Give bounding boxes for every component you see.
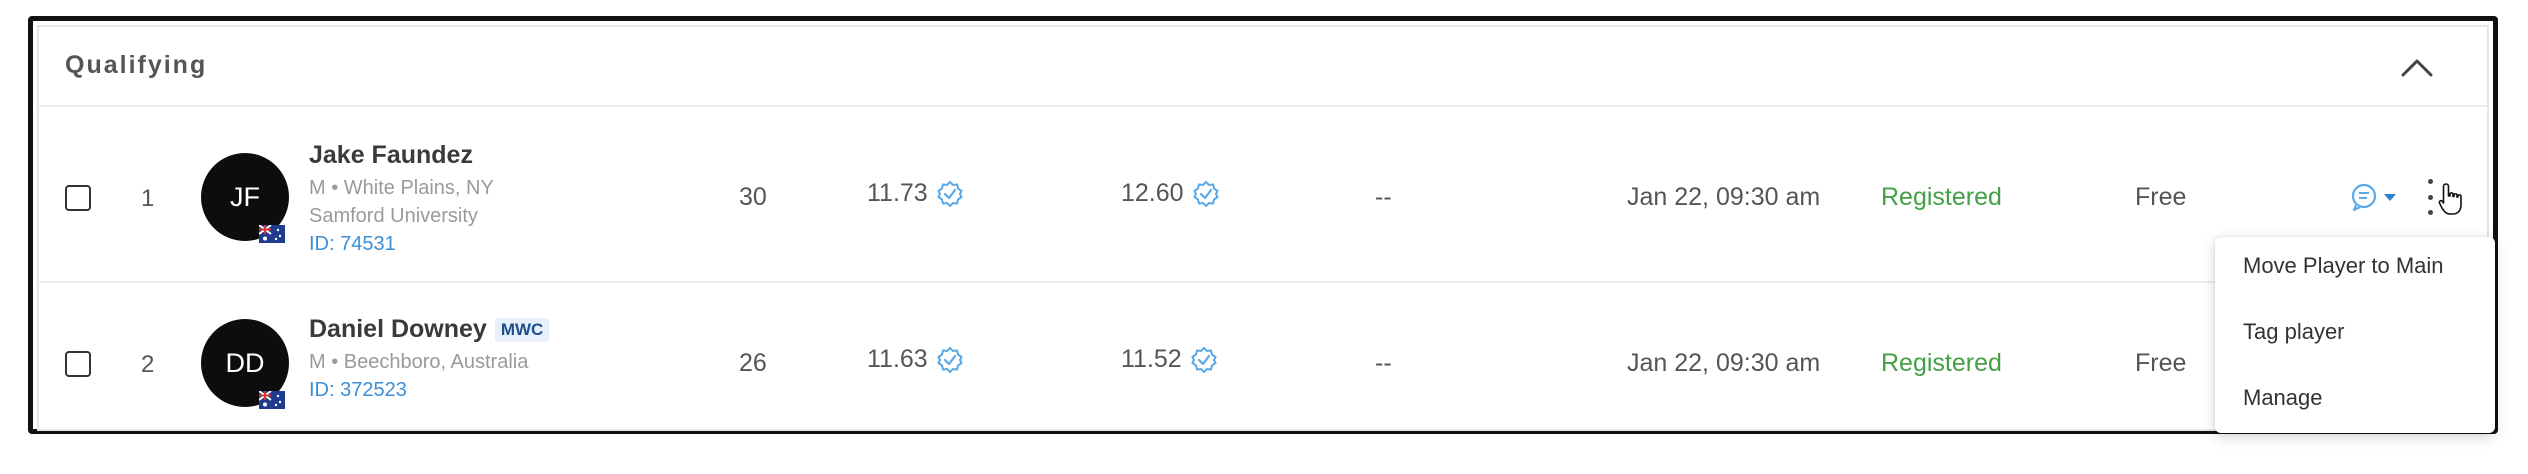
screenshot-frame: Qualifying 1 JF Jake Faundez M • White P… [28,16,2498,434]
row-checkbox[interactable] [65,185,91,211]
rating-2-value: 12.60 [1121,179,1184,207]
qualifying-panel: Qualifying 1 JF Jake Faundez M • White P… [37,25,2495,433]
check-in-datetime: Jan 22, 09:30 am [1627,349,1821,377]
status-badge: Registered [1881,349,2002,377]
player-name: Jake Faundez [309,141,473,169]
extra-value: -- [1375,349,1392,377]
verified-badge-icon [936,346,963,373]
verified-badge-icon [936,180,963,207]
section-title: Qualifying [65,51,208,79]
rating-1: 11.73 [867,179,964,208]
australia-flag-icon [259,391,285,409]
row-checkbox[interactable] [65,351,91,377]
menu-item-move-to-main[interactable]: Move Player to Main [2243,253,2444,279]
player-name: Daniel Downey [309,315,487,343]
rating-2: 12.60 [1121,179,1220,208]
player-school: Samford University [309,205,478,227]
rating-1-value: 11.73 [867,179,928,207]
section-header: Qualifying [39,27,2487,107]
player-row[interactable]: 2 DD Daniel Downey MWC M • Beechboro, Aus… [39,285,2487,427]
player-id-link[interactable]: ID: 372523 [309,379,407,402]
age: 26 [739,349,767,377]
verified-badge-icon [1192,180,1219,207]
player-meta: M • White Plains, NY [309,177,494,199]
player-id-link[interactable]: ID: 74531 [309,233,396,256]
player-row[interactable]: 1 JF Jake Faundez M • White Plains, NY S… [39,113,2487,283]
rating-1: 11.63 [867,345,964,374]
check-in-datetime: Jan 22, 09:30 am [1627,183,1821,211]
row-actions-menu: Move Player to Main Tag player Manage [2215,237,2495,433]
message-icon [2351,183,2377,212]
australia-flag-icon [259,225,285,243]
caret-down-icon [2384,194,2396,201]
row-actions [2349,179,2437,215]
extra-value: -- [1375,183,1392,211]
menu-item-manage[interactable]: Manage [2243,385,2323,411]
player-name-wrap: Daniel Downey MWC [309,315,550,344]
avatar-initials: JF [230,181,260,212]
rank: 2 [141,351,155,378]
avatar-initials: DD [225,347,265,378]
pointer-cursor-icon [2438,183,2462,215]
verified-badge-icon [1190,346,1217,373]
status-badge: Registered [1881,183,2002,211]
rating-2: 11.52 [1121,345,1218,374]
team-badge: MWC [494,318,550,342]
collapse-button[interactable] [2397,49,2437,85]
rank: 1 [141,185,155,212]
age: 30 [739,183,767,211]
rating-1-value: 11.63 [867,345,928,373]
player-meta: M • Beechboro, Australia [309,351,529,373]
fee: Free [2135,349,2187,377]
rating-2-value: 11.52 [1121,345,1182,373]
fee: Free [2135,183,2187,211]
chevron-up-icon [2401,59,2433,77]
more-vertical-icon[interactable] [2423,179,2437,215]
menu-item-tag-player[interactable]: Tag player [2243,319,2345,345]
message-button[interactable] [2349,182,2397,212]
